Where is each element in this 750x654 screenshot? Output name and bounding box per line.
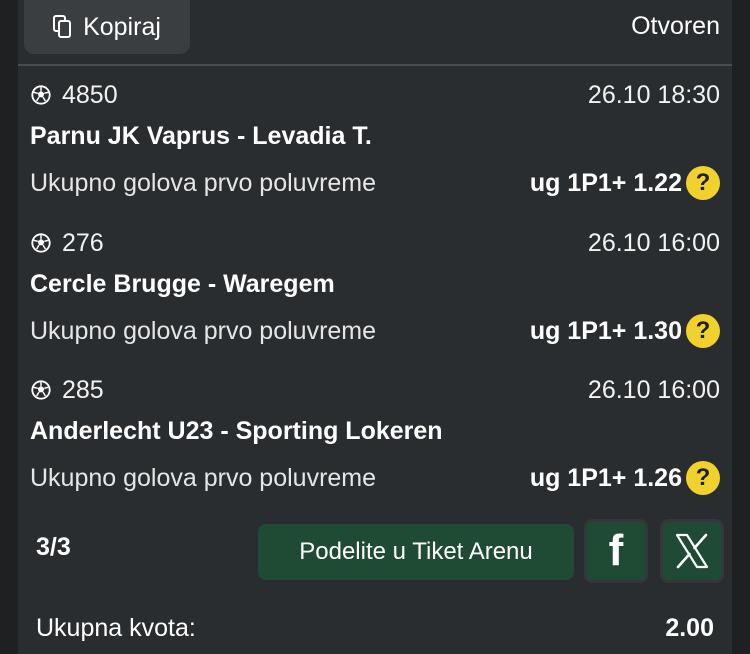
match-teams: Anderlecht U23 - Sporting Lokeren [30, 417, 443, 445]
match-datetime: 26.10 18:30 [587, 80, 720, 109]
match-id: 276 [62, 228, 104, 257]
x-share-button[interactable] [660, 519, 724, 583]
copy-button[interactable]: Kopiraj [24, 0, 190, 54]
x-icon [675, 533, 709, 569]
soccer-ball-icon [31, 380, 51, 400]
match-id: 285 [62, 375, 104, 404]
help-icon[interactable]: ? [686, 166, 720, 200]
divider [18, 64, 732, 66]
match-item: 276 26.10 16:00 Cercle Brugge - Waregem … [30, 226, 720, 348]
match-item: 4850 26.10 18:30 Parnu JK Vaprus - Levad… [30, 78, 720, 200]
facebook-share-button[interactable]: f [584, 519, 648, 583]
copy-icon [53, 15, 73, 39]
soccer-ball-icon [31, 233, 51, 253]
match-datetime: 26.10 16:00 [587, 375, 720, 404]
market-name: Ukupno golova prvo poluvreme [30, 463, 377, 492]
copy-label: Kopiraj [83, 12, 161, 41]
pick-odds: ug 1P1+ 1.22 [529, 168, 682, 197]
market-name: Ukupno golova prvo poluvreme [30, 316, 377, 345]
match-item: 285 26.10 16:00 Anderlecht U23 - Sportin… [30, 373, 720, 495]
selection-count: 3/3 [36, 533, 71, 561]
pick-odds: ug 1P1+ 1.30 [529, 316, 682, 345]
match-id: 4850 [62, 80, 118, 109]
ticket-status: Otvoren [631, 12, 720, 40]
match-teams: Parnu JK Vaprus - Levadia T. [30, 122, 372, 150]
total-label: Ukupna kvota: [36, 614, 196, 642]
share-tiket-arena-button[interactable]: Podelite u Tiket Arenu [258, 524, 574, 580]
help-icon[interactable]: ? [686, 314, 720, 348]
match-teams: Cercle Brugge - Waregem [30, 270, 335, 298]
total-odds-row: Ukupna kvota: 2.00 [36, 614, 714, 643]
total-value: 2.00 [665, 614, 714, 642]
facebook-icon: f [608, 526, 624, 575]
pick-odds: ug 1P1+ 1.26 [529, 463, 682, 492]
market-name: Ukupno golova prvo poluvreme [30, 168, 377, 197]
soccer-ball-icon [31, 85, 51, 105]
help-icon[interactable]: ? [686, 461, 720, 495]
match-datetime: 26.10 16:00 [587, 228, 720, 257]
